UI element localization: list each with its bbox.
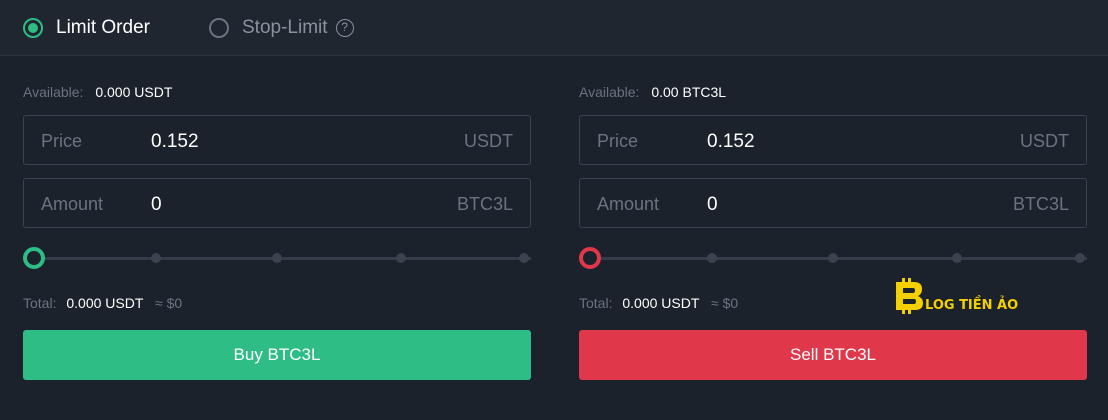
sell-panel: Available: 0.00 BTC3L Price 0.152 USDT A… xyxy=(579,56,1087,396)
sell-available-value: 0.00 BTC3L xyxy=(651,84,727,100)
sell-slider-step-25[interactable] xyxy=(707,253,717,263)
tab-stop-limit-label: Stop-Limit xyxy=(242,17,328,38)
tab-stop-limit[interactable]: Stop-Limit ? xyxy=(209,17,354,39)
buy-total: Total: 0.000 USDT ≈ $0 xyxy=(23,294,182,312)
buy-slider-step-25[interactable] xyxy=(151,253,161,263)
sell-total: Total: 0.000 USDT ≈ $0 xyxy=(579,294,738,312)
buy-percent-slider[interactable] xyxy=(23,247,531,269)
sell-price-unit: USDT xyxy=(1020,131,1069,151)
sell-slider-track[interactable] xyxy=(589,257,1087,260)
buy-price-unit: USDT xyxy=(464,131,513,151)
radio-checked-icon[interactable] xyxy=(23,18,43,38)
buy-slider-handle[interactable] xyxy=(23,247,45,269)
sell-slider-handle[interactable] xyxy=(579,247,601,269)
sell-total-label: Total: xyxy=(579,295,613,311)
sell-amount-unit: BTC3L xyxy=(1012,194,1069,214)
buy-price-input[interactable]: 0.152 xyxy=(151,131,199,153)
blog-tien-ao-watermark-logo: LOG TIỀN ẢO xyxy=(892,276,1042,316)
sell-slider-step-100[interactable] xyxy=(1075,253,1085,263)
buy-available-label: Available: xyxy=(23,84,84,100)
buy-available: Available: 0.000 USDT xyxy=(23,83,172,101)
sell-price-label: Price xyxy=(597,131,639,151)
buy-amount-field[interactable]: Amount 0 BTC3L xyxy=(23,178,531,228)
buy-slider-track[interactable] xyxy=(33,257,531,260)
svg-text:LOG TIỀN ẢO: LOG TIỀN ẢO xyxy=(925,295,1018,313)
buy-slider-step-50[interactable] xyxy=(272,253,282,263)
buy-amount-input[interactable]: 0 xyxy=(151,194,162,216)
sell-slider-step-75[interactable] xyxy=(952,253,962,263)
sell-button[interactable]: Sell BTC3L xyxy=(579,330,1087,380)
buy-available-value: 0.000 USDT xyxy=(95,84,173,100)
sell-available: Available: 0.00 BTC3L xyxy=(579,83,726,101)
buy-price-label: Price xyxy=(41,131,83,151)
sell-price-input[interactable]: 0.152 xyxy=(707,131,755,153)
sell-price-field[interactable]: Price 0.152 USDT xyxy=(579,115,1087,165)
buy-slider-step-100[interactable] xyxy=(519,253,529,263)
sell-slider-step-50[interactable] xyxy=(828,253,838,263)
buy-price-field[interactable]: Price 0.152 USDT xyxy=(23,115,531,165)
sell-available-label: Available: xyxy=(579,84,640,100)
sell-amount-input[interactable]: 0 xyxy=(707,194,718,216)
buy-button[interactable]: Buy BTC3L xyxy=(23,330,531,380)
buy-panel: Available: 0.000 USDT Price 0.152 USDT A… xyxy=(23,56,531,396)
tab-limit-order[interactable]: Limit Order xyxy=(23,17,150,39)
watermark-logo-icon: LOG TIỀN ẢO xyxy=(896,278,1018,314)
sell-percent-slider[interactable] xyxy=(579,247,1087,269)
tab-limit-order-label: Limit Order xyxy=(56,17,150,38)
buy-amount-label: Amount xyxy=(41,194,104,214)
question-circle-icon[interactable]: ? xyxy=(335,19,354,37)
buy-amount-unit: BTC3L xyxy=(456,194,513,214)
sell-amount-field[interactable]: Amount 0 BTC3L xyxy=(579,178,1087,228)
sell-amount-label: Amount xyxy=(597,194,660,214)
buy-total-value: 0.000 USDT xyxy=(66,295,144,311)
buy-total-label: Total: xyxy=(23,295,57,311)
radio-unchecked-icon[interactable] xyxy=(209,18,229,38)
order-type-tabbar: Limit Order Stop-Limit ? xyxy=(0,0,1108,56)
buy-total-approx: ≈ $0 xyxy=(155,295,183,311)
sell-total-approx: ≈ $0 xyxy=(711,295,739,311)
sell-total-value: 0.000 USDT xyxy=(622,295,700,311)
buy-slider-step-75[interactable] xyxy=(396,253,406,263)
